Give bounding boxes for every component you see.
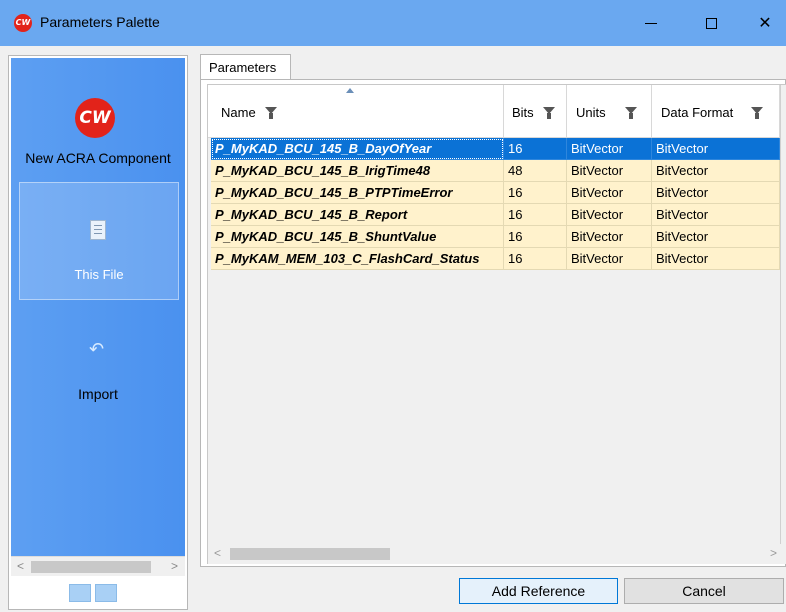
cell-units: BitVector <box>567 138 652 160</box>
table-row[interactable]: P_MyKAM_MEM_103_C_FlashCard_Status 16 Bi… <box>211 248 786 270</box>
add-reference-button[interactable]: Add Reference <box>459 578 618 604</box>
cell-units: BitVector <box>567 248 652 270</box>
grip-icon <box>95 584 117 602</box>
column-header-label: Units <box>576 105 606 120</box>
nav-item-label: New ACRA Component <box>25 150 171 166</box>
cell-data-format: BitVector <box>652 160 780 182</box>
window-title: Parameters Palette <box>40 14 160 30</box>
cell-name: P_MyKAD_BCU_145_B_Report <box>211 204 504 226</box>
nav-item-new-acra-component[interactable]: CW New ACRA Component <box>11 58 185 180</box>
parameters-panel: Name Bits Units Data Format P_MyKAD_BCU_… <box>200 79 786 567</box>
minimize-button[interactable] <box>628 0 674 46</box>
table-row[interactable]: P_MyKAD_BCU_145_B_PTPTimeError 16 BitVec… <box>211 182 786 204</box>
cell-bits: 48 <box>504 160 567 182</box>
scrollbar-thumb[interactable] <box>230 548 390 560</box>
app-logo-icon: CW <box>14 14 32 32</box>
column-header-bits[interactable]: Bits <box>504 85 567 138</box>
cell-units: BitVector <box>567 226 652 248</box>
cell-name: P_MyKAM_MEM_103_C_FlashCard_Status <box>211 248 504 270</box>
cell-data-format: BitVector <box>652 204 780 226</box>
nav-item-label: Import <box>78 386 118 402</box>
nav-horizontal-scrollbar[interactable]: < > <box>11 556 185 576</box>
nav-resize-grips[interactable] <box>69 584 129 604</box>
cell-units: BitVector <box>567 204 652 226</box>
column-header-units[interactable]: Units <box>567 85 652 138</box>
cell-data-format: BitVector <box>652 182 780 204</box>
cell-data-format: BitVector <box>652 226 780 248</box>
cell-bits: 16 <box>504 138 567 160</box>
minimize-icon <box>645 22 657 24</box>
maximize-button[interactable] <box>688 0 734 46</box>
cancel-button[interactable]: Cancel <box>624 578 784 604</box>
cell-bits: 16 <box>504 248 567 270</box>
table-row[interactable]: P_MyKAD_BCU_145_B_IrigTime48 48 BitVecto… <box>211 160 786 182</box>
column-header-name[interactable]: Name <box>208 85 504 138</box>
column-header-label: Data Format <box>661 105 734 120</box>
cell-name: P_MyKAD_BCU_145_B_IrigTime48 <box>211 160 504 182</box>
left-nav-panel: CW New ACRA Component This File ↶ Import… <box>8 55 188 610</box>
cell-name: P_MyKAD_BCU_145_B_DayOfYear <box>211 138 504 160</box>
filter-icon[interactable] <box>625 107 637 119</box>
scroll-left-icon[interactable]: < <box>17 559 24 573</box>
cw-logo-icon: CW <box>75 98 115 138</box>
cell-name: P_MyKAD_BCU_145_B_PTPTimeError <box>211 182 504 204</box>
cell-units: BitVector <box>567 182 652 204</box>
column-header-label: Name <box>221 105 256 120</box>
column-header-label: Bits <box>512 105 534 120</box>
sort-ascending-icon <box>346 88 354 93</box>
title-bar: CW Parameters Palette ✕ <box>0 0 786 46</box>
cell-data-format: BitVector <box>652 248 780 270</box>
scroll-right-icon[interactable]: > <box>770 546 777 560</box>
import-arrow-icon: ↶ <box>89 339 105 359</box>
nav-list: CW New ACRA Component This File ↶ Import <box>11 58 185 556</box>
close-icon: ✕ <box>758 15 772 32</box>
nav-item-import[interactable]: ↶ Import <box>11 333 185 413</box>
cell-bits: 16 <box>504 182 567 204</box>
table-row[interactable]: P_MyKAD_BCU_145_B_Report 16 BitVector Bi… <box>211 204 786 226</box>
filter-icon[interactable] <box>751 107 763 119</box>
cell-bits: 16 <box>504 226 567 248</box>
cell-data-format: BitVector <box>652 138 780 160</box>
close-button[interactable]: ✕ <box>742 0 786 46</box>
cell-bits: 16 <box>504 204 567 226</box>
cell-units: BitVector <box>567 160 652 182</box>
grid-column-divider <box>780 85 781 557</box>
scrollbar-thumb[interactable] <box>31 561 151 573</box>
nav-item-this-file[interactable]: This File <box>19 182 179 300</box>
document-icon <box>90 220 106 240</box>
scroll-right-icon[interactable]: > <box>171 559 178 573</box>
maximize-icon <box>705 17 717 29</box>
nav-item-label: This File <box>74 267 124 282</box>
grip-icon <box>69 584 91 602</box>
table-row[interactable]: P_MyKAD_BCU_145_B_ShuntValue 16 BitVecto… <box>211 226 786 248</box>
tab-parameters[interactable]: Parameters <box>200 54 291 80</box>
grid-horizontal-scrollbar[interactable]: < > <box>208 544 786 564</box>
scroll-left-icon[interactable]: < <box>214 546 221 560</box>
filter-icon[interactable] <box>543 107 555 119</box>
parameters-grid: Name Bits Units Data Format P_MyKAD_BCU_… <box>207 84 786 564</box>
table-row[interactable]: P_MyKAD_BCU_145_B_DayOfYear 16 BitVector… <box>211 138 786 160</box>
column-header-data-format[interactable]: Data Format <box>652 85 780 138</box>
filter-icon[interactable] <box>265 107 277 119</box>
cell-name: P_MyKAD_BCU_145_B_ShuntValue <box>211 226 504 248</box>
